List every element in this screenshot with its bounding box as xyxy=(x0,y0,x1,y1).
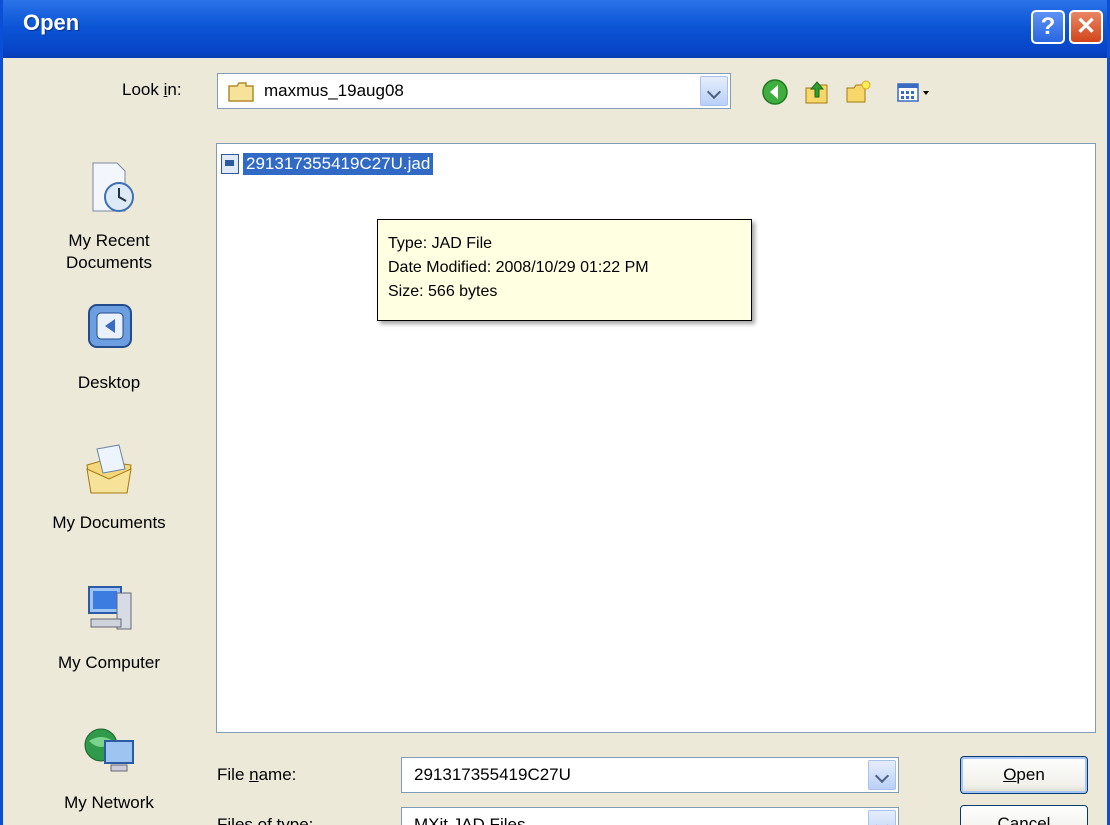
my-documents-icon xyxy=(86,444,132,494)
title-bar[interactable]: Open ? ✕ xyxy=(3,0,1107,58)
place-label: Desktop xyxy=(77,373,141,392)
filetype-dropdown-button[interactable] xyxy=(868,810,896,825)
close-icon: ✕ xyxy=(1075,13,1097,40)
filename-field[interactable]: 291317355419C27U xyxy=(401,757,899,793)
views-menu-icon[interactable] xyxy=(895,78,935,106)
open-dialog: Open ? ✕ Look in: maxmus_19aug08 My Rece… xyxy=(0,0,1110,825)
tooltip-type: Type: JAD File xyxy=(388,235,493,252)
my-computer-icon xyxy=(88,586,132,630)
lookin-dropdown[interactable]: maxmus_19aug08 xyxy=(217,73,731,109)
jad-file-icon xyxy=(221,154,239,174)
cancel-button[interactable]: Cancel xyxy=(960,805,1088,825)
lookin-label: Look in: xyxy=(122,80,182,99)
file-info-tooltip: Type: JAD File Date Modified: 2008/10/29… xyxy=(377,219,752,321)
filetype-select[interactable]: MXit JAD Files xyxy=(401,807,899,825)
open-button[interactable]: Open xyxy=(960,756,1088,794)
place-label: My Computer xyxy=(57,653,161,672)
place-desktop[interactable]: Desktop xyxy=(11,299,207,394)
recent-documents-icon xyxy=(92,162,134,212)
place-label: My Network xyxy=(64,793,154,812)
help-button[interactable]: ? xyxy=(1031,10,1065,44)
lookin-dropdown-button[interactable] xyxy=(700,76,728,106)
desktop-icon xyxy=(88,304,132,348)
filename-value: 291317355419C27U xyxy=(414,765,571,784)
file-item[interactable]: 291317355419C27U.jad xyxy=(221,150,434,178)
folder-icon xyxy=(228,82,254,102)
new-folder-icon[interactable] xyxy=(845,78,873,106)
filename-dropdown-button[interactable] xyxy=(868,760,896,790)
place-my-recent-documents[interactable]: My Recent Documents xyxy=(11,157,207,274)
help-icon: ? xyxy=(1040,13,1056,40)
filename-label: File name: xyxy=(217,765,297,784)
filetype-label: Files of type: xyxy=(217,815,314,825)
places-bar: My Recent Documents Desktop My Documents xyxy=(11,143,207,815)
close-button[interactable]: ✕ xyxy=(1069,10,1103,44)
file-name: 291317355419C27U.jad xyxy=(243,153,434,175)
up-folder-icon[interactable] xyxy=(803,78,831,106)
filetype-value: MXit JAD Files xyxy=(414,815,526,825)
place-my-network[interactable]: My Network xyxy=(11,719,207,814)
tooltip-date-modified: Date Modified: 2008/10/29 01:22 PM xyxy=(388,259,649,276)
place-label-2: Documents xyxy=(66,253,152,272)
back-icon[interactable] xyxy=(761,78,789,106)
place-my-documents[interactable]: My Documents xyxy=(11,439,207,534)
lookin-folder-name: maxmus_19aug08 xyxy=(264,81,404,100)
tooltip-size: Size: 566 bytes xyxy=(388,283,498,300)
place-label: My Recent xyxy=(68,231,150,250)
my-network-icon xyxy=(84,728,134,772)
place-my-computer[interactable]: My Computer xyxy=(11,579,207,674)
dialog-title: Open xyxy=(23,10,80,35)
file-list[interactable]: 291317355419C27U.jad Type: JAD File Date… xyxy=(216,143,1096,733)
place-label: My Documents xyxy=(52,513,166,532)
